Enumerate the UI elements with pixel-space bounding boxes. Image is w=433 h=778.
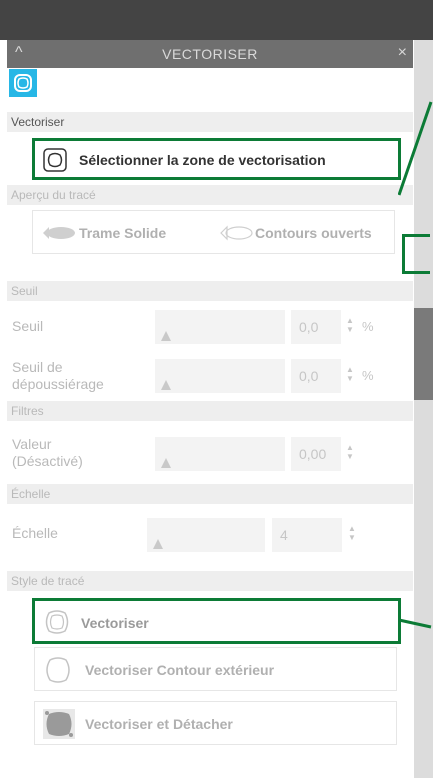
preview-mode-group: Trame Solide Contours ouverts [32,210,395,254]
vectorise-shape-icon [43,609,71,640]
section-filtres: Filtres [7,401,413,421]
top-bar [0,0,433,40]
section-style: Style de tracé [7,571,413,591]
section-vectoriser: Vectoriser [7,112,413,132]
dust-label-line1: Seuil de [12,359,63,375]
vectorise-panel: ^ VECTORISER × Vectoriser Sélectionner l… [7,40,413,778]
threshold-label: Seuil [12,318,44,334]
vectorise-label: Vectoriser [81,615,149,631]
filter-stepper[interactable]: ▲ ▼ [345,443,355,465]
annotation-arrow-top [398,101,433,196]
section-echelle: Échelle [7,484,413,504]
annotation-box-bottom [402,271,430,274]
annotation-arrow-bottom [398,618,432,629]
scale-stepper[interactable]: ▲ ▼ [347,524,357,546]
vectorise-outline-button[interactable]: Vectoriser Contour extérieur [34,647,397,691]
filter-value[interactable]: 0,00 [291,437,341,471]
dust-slider[interactable] [155,359,285,393]
slider-thumb-icon[interactable] [161,331,171,341]
preview-open-label[interactable]: Contours ouverts [255,225,372,241]
scale-label: Échelle [12,525,58,541]
vectorise-detach-label: Vectoriser et Détacher [85,716,233,732]
dust-value[interactable]: 0,0 [291,359,341,393]
dust-unit: % [362,368,374,383]
select-area-label: Sélectionner la zone de vectorisation [79,152,326,168]
close-icon[interactable]: × [398,44,407,62]
filter-label-line2: (Désactivé) [12,453,83,469]
scrollbar-thumb[interactable] [414,308,433,400]
slider-thumb-icon[interactable] [153,539,163,549]
preview-solid-label[interactable]: Trame Solide [79,225,166,241]
fish-outline-icon [219,224,255,247]
section-seuil: Seuil [7,281,413,301]
panel-title-bar: ^ VECTORISER × [7,40,413,68]
filter-slider[interactable] [155,437,285,471]
vectorise-button[interactable]: Vectoriser [32,598,401,644]
fish-solid-icon [41,224,77,247]
threshold-value[interactable]: 0,0 [291,310,341,344]
threshold-stepper[interactable]: ▲ ▼ [345,316,355,338]
outline-shape-icon [43,656,73,689]
select-area-icon [43,148,67,177]
threshold-slider[interactable] [155,310,285,344]
vectorise-tool-icon[interactable] [9,69,37,97]
scale-value[interactable]: 4 [272,518,342,552]
vectorise-outline-label: Vectoriser Contour extérieur [85,662,275,678]
threshold-unit: % [362,319,374,334]
scale-slider[interactable] [147,518,265,552]
panel-title: VECTORISER [162,46,258,62]
section-apercu: Aperçu du tracé [7,185,413,205]
slider-thumb-icon[interactable] [161,380,171,390]
select-area-button[interactable]: Sélectionner la zone de vectorisation [32,138,401,180]
filter-label-line1: Valeur [12,436,52,452]
slider-thumb-icon[interactable] [161,458,171,468]
detach-shape-icon [43,709,75,744]
dust-stepper[interactable]: ▲ ▼ [345,365,355,387]
annotation-box-top [402,234,430,237]
vectorise-detach-button[interactable]: Vectoriser et Détacher [34,701,397,745]
annotation-box-left [402,234,405,274]
dust-label-line2: dépoussiérage [12,376,104,392]
